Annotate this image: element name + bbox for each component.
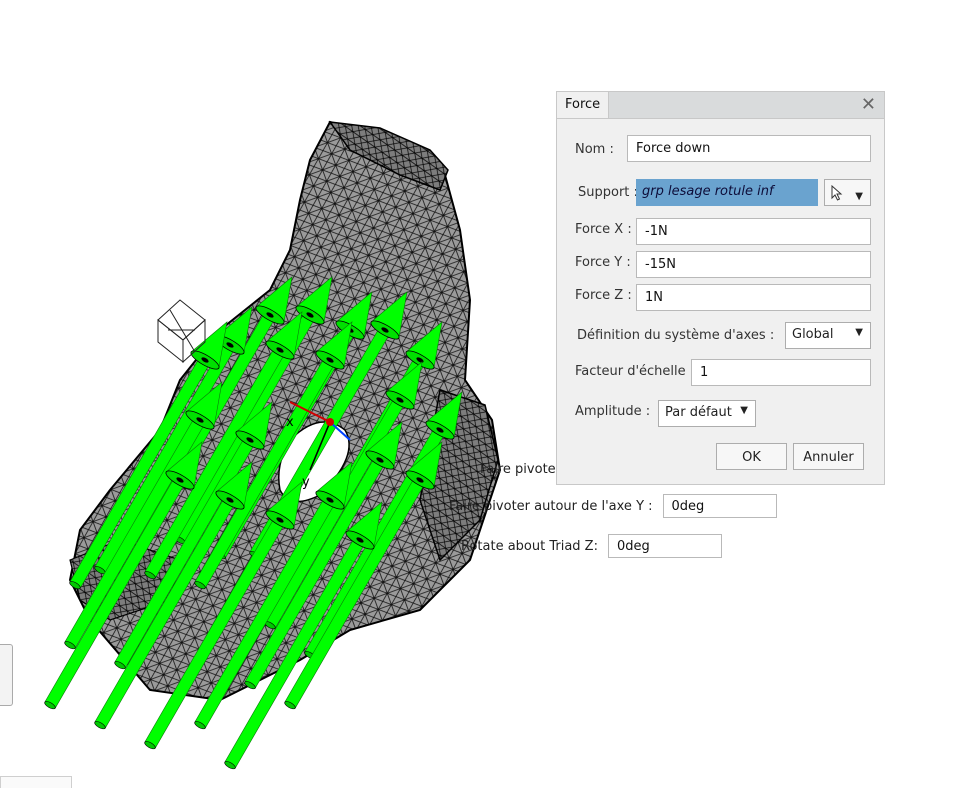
amplitude-label: Amplitude : — [575, 404, 651, 419]
force-y-field[interactable] — [636, 251, 871, 278]
name-field[interactable] — [627, 135, 871, 162]
amplitude-value: Par défaut — [665, 405, 732, 420]
rotate-z-row: Rotate about Triad Z: — [461, 532, 722, 560]
rotate-y-label: Faire pivoter autour de l'axe Y : — [449, 498, 653, 514]
scale-factor-field[interactable] — [691, 359, 871, 386]
triad-y-label: y — [302, 475, 310, 490]
force-x-label: Force X : — [575, 222, 632, 237]
dialog-titlebar[interactable]: Force ✕ — [557, 92, 884, 119]
axis-definition-select[interactable]: Global ▼ — [785, 322, 871, 349]
bottom-panel-tab[interactable] — [0, 776, 72, 788]
support-label: Support : — [578, 185, 638, 200]
support-selection[interactable]: grp lesage rotule inf — [636, 179, 818, 206]
force-z-label: Force Z : — [575, 288, 632, 303]
side-panel-handle[interactable] — [0, 644, 13, 706]
rotate-z-label: Rotate about Triad Z: — [461, 538, 598, 554]
close-icon[interactable]: ✕ — [861, 94, 876, 115]
caret-down-icon: ▼ — [855, 327, 863, 338]
selection-mode-button[interactable]: ▼ — [824, 179, 871, 206]
axis-definition-label: Définition du système d'axes : — [577, 328, 775, 343]
force-y-label: Force Y : — [575, 255, 631, 270]
cursor-icon — [831, 185, 843, 201]
caret-down-icon: ▼ — [855, 191, 863, 202]
triad-x-label: x — [286, 415, 294, 430]
rotate-y-row: Faire pivoter autour de l'axe Y : — [449, 492, 777, 520]
caret-down-icon: ▼ — [740, 405, 748, 416]
ok-button[interactable]: OK — [716, 443, 787, 470]
force-dialog: Force ✕ Nom : Support : grp lesage rotul… — [556, 91, 885, 485]
tab-force[interactable]: Force — [557, 92, 610, 118]
scale-factor-label: Facteur d'échelle — [575, 364, 686, 379]
amplitude-select[interactable]: Par défaut ▼ — [658, 400, 756, 427]
rotate-y-input[interactable] — [662, 494, 777, 518]
cancel-button[interactable]: Annuler — [793, 443, 864, 470]
rotate-z-input[interactable] — [607, 534, 722, 558]
name-label: Nom : — [575, 142, 614, 157]
axis-definition-value: Global — [792, 327, 834, 342]
force-x-field[interactable] — [636, 218, 871, 245]
force-z-field[interactable] — [636, 284, 871, 311]
